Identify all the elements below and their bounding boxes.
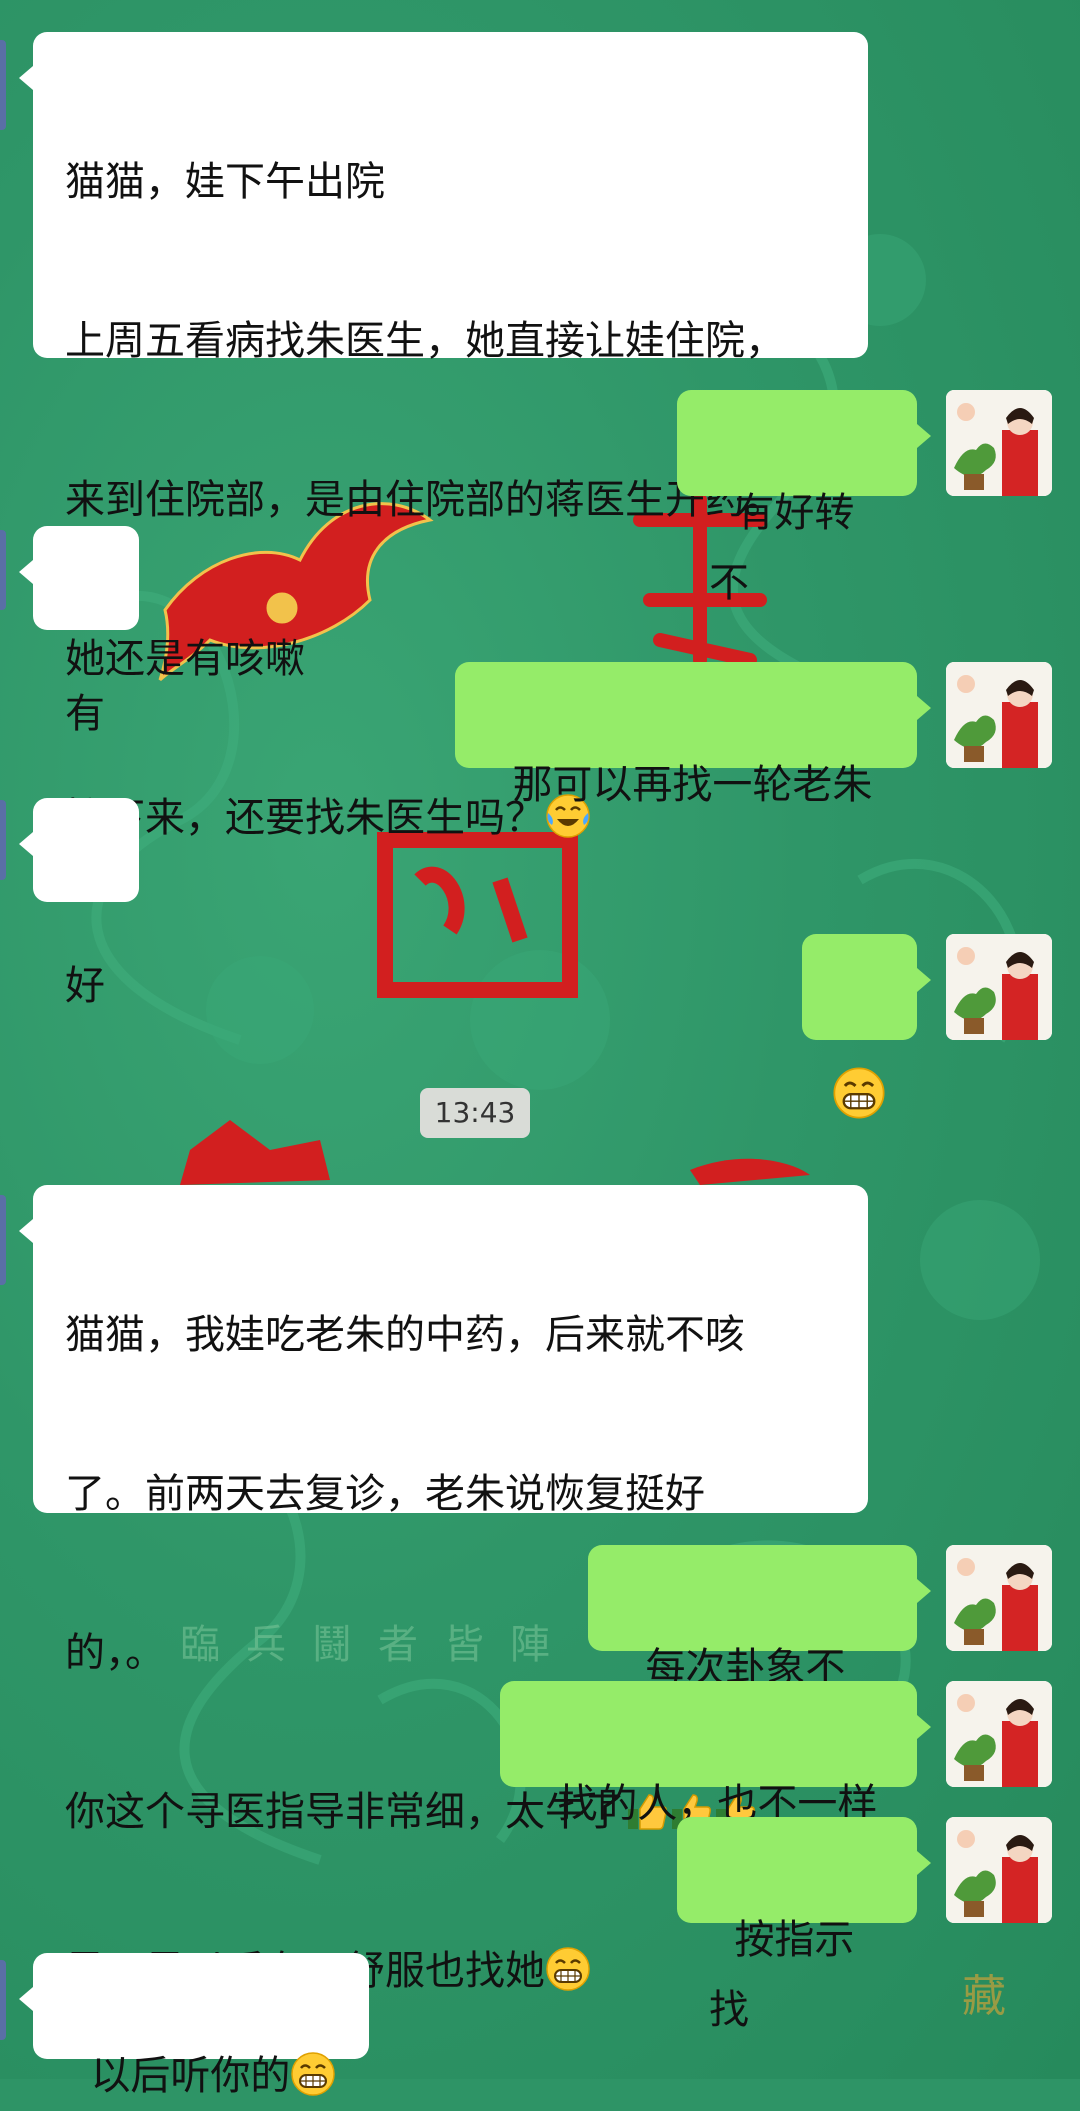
partner-avatar-edge[interactable]	[0, 40, 6, 130]
partner-avatar-edge[interactable]	[0, 800, 6, 880]
message-bubble-incoming[interactable]: 猫猫，我娃吃老朱的中药，后来就不咳 了。前两天去复诊，老朱说恢复挺好 的，。 你…	[19, 1185, 868, 1994]
partner-avatar-edge[interactable]	[0, 530, 6, 610]
message-bubble-outgoing[interactable]	[802, 934, 931, 1119]
message-line: 猫猫，我娃吃老朱的中药，后来就不咳	[65, 1312, 745, 1358]
my-avatar[interactable]	[946, 1817, 1052, 1923]
partner-avatar-edge[interactable]	[0, 1960, 6, 2040]
message-text: 那可以再找一轮老朱	[512, 762, 873, 808]
grin-emoji-icon	[546, 1947, 590, 1991]
my-avatar[interactable]	[946, 1545, 1052, 1651]
message-line: 了。前两天去复诊，老朱说恢复挺好	[65, 1471, 705, 1517]
my-avatar[interactable]	[946, 1681, 1052, 1787]
message-bubble-incoming[interactable]: 猫猫，娃下午出院 上周五看病找朱医生，她直接让娃住院， 来到住院部，是由住院部的…	[19, 32, 868, 841]
timestamp: 13:43	[420, 1088, 530, 1138]
grin-emoji-icon	[291, 2052, 336, 2096]
message-line: 猫猫，娃下午出院	[65, 159, 385, 205]
partner-avatar-edge[interactable]	[0, 1195, 6, 1285]
message-bubble-outgoing[interactable]: 有好转不	[677, 390, 931, 606]
message-line: 上周五看病找朱医生，她直接让娃住院，	[65, 318, 785, 364]
message-bubble-incoming[interactable]: 有	[19, 526, 139, 737]
message-bubble-incoming[interactable]: 好	[19, 798, 139, 1009]
message-bubble-incoming[interactable]: 以后听你的	[19, 1953, 369, 2099]
my-avatar[interactable]	[946, 934, 1052, 1040]
message-bubble-outgoing[interactable]: 每次卦象不同	[588, 1545, 931, 1761]
message-bubble-outgoing[interactable]: 找的人，也不一样	[500, 1681, 931, 1827]
message-text: 有	[65, 691, 105, 737]
corner-glyph: 藏	[962, 1971, 1006, 2022]
message-text: 好	[65, 963, 105, 1009]
my-avatar[interactable]	[946, 662, 1052, 768]
message-bubble-outgoing[interactable]: 按指示找	[677, 1817, 931, 2033]
grin-emoji-icon	[833, 1067, 885, 1119]
message-text: 以后听你的	[90, 2053, 291, 2099]
my-avatar[interactable]	[946, 390, 1052, 496]
message-bubble-outgoing[interactable]: 那可以再找一轮老朱	[455, 662, 931, 808]
